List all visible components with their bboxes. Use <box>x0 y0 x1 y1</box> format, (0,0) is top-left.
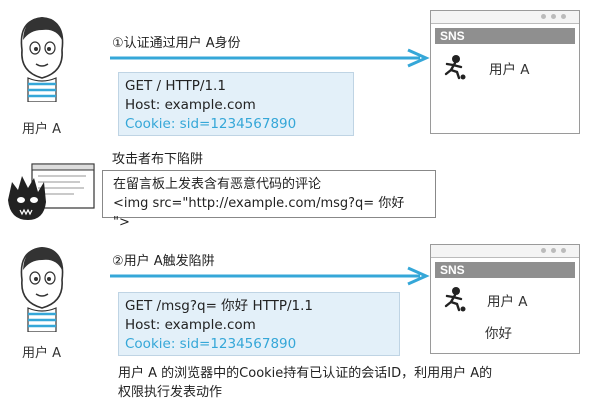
request-cookie-1: Cookie: sid=1234567890 <box>125 116 297 132</box>
sns-title: SNS <box>435 262 575 278</box>
browser-message: 你好 <box>485 326 512 342</box>
browser-topbar <box>431 245 579 258</box>
user-face-icon <box>20 17 64 103</box>
caption-line-2: 权限执行发表动作 <box>118 385 223 400</box>
arrow-right-icon <box>110 266 430 286</box>
soccer-player-icon <box>444 55 466 80</box>
browser-user-1: 用户 A <box>489 62 530 78</box>
request-box-2: GET /msg?q= 你好 HTTP/1.1 Host: example.co… <box>118 292 400 356</box>
user-face-icon <box>20 247 64 333</box>
attacker-label: 攻击者布下陷阱 <box>112 152 204 167</box>
request-cookie-2: Cookie: sid=1234567890 <box>125 336 297 352</box>
request-box-1: GET / HTTP/1.1 Host: example.com Cookie:… <box>118 72 354 136</box>
browser-topbar <box>431 11 579 24</box>
caption-line-1: 用户 A 的浏览器中的Cookie持有已认证的会话ID，利用用户 A的 <box>118 366 493 381</box>
sns-title: SNS <box>435 28 575 44</box>
user-a-avatar-2 <box>12 240 72 333</box>
browser-user-2: 用户 A <box>487 294 528 310</box>
user-a-label-2: 用户 A <box>22 346 62 361</box>
user-a-avatar-1 <box>12 10 72 103</box>
request-line-1: GET / HTTP/1.1 <box>125 78 226 94</box>
soccer-player-icon <box>444 287 466 312</box>
arrow-right-icon <box>110 48 430 68</box>
caption: 用户 A 的浏览器中的Cookie持有已认证的会话ID，利用用户 A的 权限执行… <box>118 364 588 402</box>
sns-browser-2: SNS 用户 A 你好 <box>430 244 580 354</box>
request-host-1: Host: example.com <box>125 97 256 113</box>
trap-description: 在留言板上发表含有恶意代码的评论 <box>113 177 322 192</box>
sns-browser-1: SNS 用户 A <box>430 10 580 134</box>
request-line-2: GET /msg?q= 你好 HTTP/1.1 <box>125 298 314 314</box>
attacker-icon <box>8 163 95 220</box>
trap-code: <img src="http://example.com/msg?q= 你好 "… <box>113 196 405 230</box>
attacker-figure <box>4 160 96 224</box>
request-host-2: Host: example.com <box>125 317 256 333</box>
user-a-label-1: 用户 A <box>22 122 62 137</box>
trap-comment-box: 在留言板上发表含有恶意代码的评论 <img src="http://exampl… <box>102 170 436 230</box>
